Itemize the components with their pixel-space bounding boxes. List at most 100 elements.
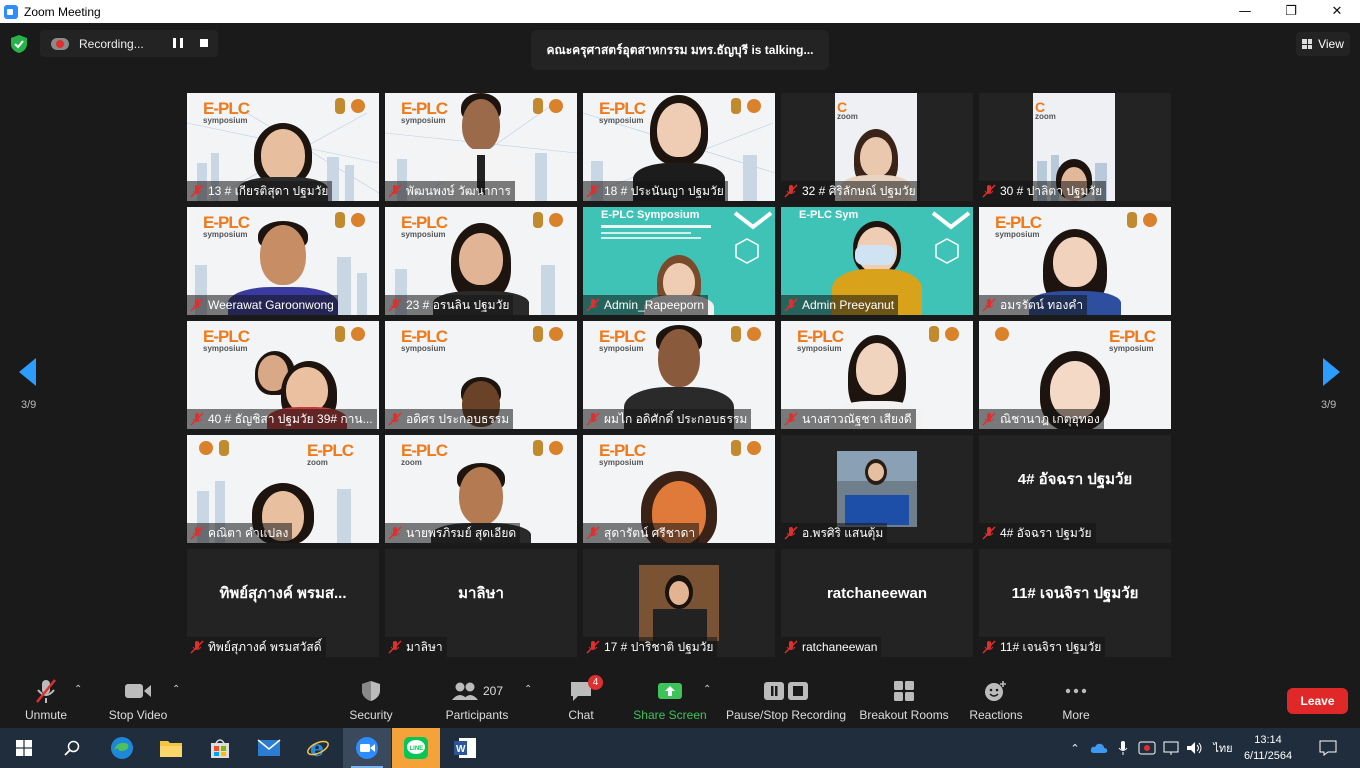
- participant-tile[interactable]: E-PLC symposium 23 # อรนลิน ปฐมวัย: [385, 207, 577, 315]
- onedrive-cloud-icon[interactable]: [1088, 728, 1110, 768]
- pause-recording-icon[interactable]: [173, 38, 183, 48]
- store-bag-icon: [211, 739, 229, 758]
- previous-page-arrow-icon[interactable]: [19, 358, 37, 386]
- participant-name-label: อมรรัตน์ ทองคำ: [979, 295, 1088, 315]
- muted-mic-icon: [388, 184, 402, 198]
- internet-explorer-taskbar-app[interactable]: e: [294, 728, 342, 768]
- active-speaker-banner: คณะครุศาสตร์อุตสาหกรรม มทร.ธัญบุรี is ta…: [531, 30, 829, 70]
- word-taskbar-app[interactable]: W: [441, 728, 489, 768]
- pause-stop-recording-button[interactable]: Pause/Stop Recording: [726, 676, 846, 728]
- video-options-chevron-icon[interactable]: ⌃: [172, 684, 180, 695]
- volume-tray-icon[interactable]: [1184, 728, 1206, 768]
- participant-tile[interactable]: ทิพย์สุภางค์ พรมส... ทิพย์สุภางค์ พรมสวั…: [187, 549, 379, 657]
- unmute-button[interactable]: Unmute: [20, 676, 72, 728]
- view-button[interactable]: View: [1296, 32, 1350, 56]
- stop-recording-icon[interactable]: [200, 39, 208, 47]
- leave-button[interactable]: Leave: [1287, 688, 1348, 714]
- participant-tile[interactable]: E-PLC symposium นางสาวณัฐชา เสียงดี: [781, 321, 973, 429]
- participant-tile[interactable]: Czoom 32 # ศิริลักษณ์ ปฐมวัย: [781, 93, 973, 201]
- share-options-chevron-icon[interactable]: ⌃: [703, 684, 711, 695]
- show-hidden-icons-chevron-icon[interactable]: ⌃: [1066, 728, 1084, 768]
- windows-taskbar: e LINE W ⌃ ไทย 13:14 6/11/2564: [0, 728, 1360, 768]
- participant-name-label: นายพรภิรมย์ สุดเอียด: [385, 523, 521, 543]
- participant-tile[interactable]: E-PLC symposium 40 # ธัญชิสา ปฐมวัย 39# ก…: [187, 321, 379, 429]
- microphone-tray-icon[interactable]: [1114, 728, 1132, 768]
- zoom-taskbar-app[interactable]: [343, 728, 391, 768]
- network-tray-icon[interactable]: [1160, 728, 1182, 768]
- participant-name-label: Admin_Rapeeporn: [583, 295, 709, 315]
- participant-tile[interactable]: E-PLC symposium 13 # เกียรติสุดา ปฐมวัย: [187, 93, 379, 201]
- participant-name-label: ผมไก อดิศักดิ์ ประกอบธรรม: [583, 409, 752, 429]
- next-page-arrow-icon[interactable]: [1322, 358, 1340, 386]
- file-explorer-taskbar-app[interactable]: [147, 728, 195, 768]
- clock-date: 6/11/2564: [1243, 750, 1293, 762]
- page-indicator-left: 3/9: [21, 399, 37, 411]
- audio-options-chevron-icon[interactable]: ⌃: [74, 684, 82, 695]
- mail-envelope-icon: [257, 739, 281, 756]
- stop-video-button[interactable]: Stop Video: [106, 676, 170, 728]
- participant-tile[interactable]: E-PLC symposium สุดารัตน์ ศรีชาดา: [583, 435, 775, 543]
- start-button[interactable]: [0, 728, 48, 768]
- participants-options-chevron-icon[interactable]: ⌃: [524, 684, 532, 695]
- participant-tile[interactable]: E-PLC Symposium Admin_Rapeeporn: [583, 207, 775, 315]
- participant-name-label: Weerawat Garoonwong: [187, 295, 338, 315]
- breakout-rooms-icon: [894, 681, 914, 701]
- participant-tile[interactable]: E-PLC zoom นายพรภิรมย์ สุดเอียด: [385, 435, 577, 543]
- record-tray-icon[interactable]: [1136, 728, 1158, 768]
- participant-tile[interactable]: 11# เจนจิรา ปฐมวัย 11# เจนจิรา ปฐมวัย: [979, 549, 1171, 657]
- participant-display-name: มาลิษา: [458, 585, 504, 602]
- window-controls: — ❐ ✕: [1222, 0, 1360, 23]
- svg-text:W: W: [456, 744, 466, 755]
- meeting-toolbar: Unmute ⌃ Stop Video ⌃ Security 207 Parti…: [0, 675, 1360, 728]
- participant-tile[interactable]: อ.พรศิริ แสนตุ้ม: [781, 435, 973, 543]
- folder-icon: [160, 741, 182, 757]
- participant-tile[interactable]: E-PLC symposium อมรรัตน์ ทองคำ: [979, 207, 1171, 315]
- shield-icon[interactable]: [11, 35, 27, 53]
- muted-mic-icon: [190, 640, 204, 654]
- participant-tile[interactable]: 17 # ปาริชาติ ปฐมวัย: [583, 549, 775, 657]
- participant-name-label: สุดารัตน์ ศรีชาดา: [583, 523, 700, 543]
- taskbar-clock[interactable]: 13:14 6/11/2564: [1240, 732, 1296, 764]
- recording-controls-icon: [764, 682, 808, 700]
- muted-mic-icon: [190, 526, 204, 540]
- participant-tile[interactable]: E-PLC symposium Weerawat Garoonwong: [187, 207, 379, 315]
- close-button[interactable]: ✕: [1314, 0, 1360, 23]
- participant-name-label: นางสาวณัฐชา เสียงดี: [781, 409, 916, 429]
- search-taskbar-button[interactable]: [48, 728, 96, 768]
- participants-button[interactable]: 207 Participants: [442, 676, 512, 728]
- share-screen-button[interactable]: Share Screen: [632, 676, 708, 728]
- participant-tile[interactable]: Czoom 30 # ปาลิตา ปฐมวัย: [979, 93, 1171, 201]
- mail-taskbar-app[interactable]: [245, 728, 293, 768]
- breakout-rooms-button[interactable]: Breakout Rooms: [858, 676, 950, 728]
- svg-text:e: e: [310, 736, 324, 760]
- muted-mic-icon: [982, 412, 996, 426]
- participant-tile[interactable]: E-PLC symposium อดิศร ประกอบธรรม: [385, 321, 577, 429]
- participant-tile[interactable]: E-PLC symposium ณิชานาฎ เกตุอุทอง: [979, 321, 1171, 429]
- line-taskbar-app[interactable]: LINE: [392, 728, 440, 768]
- store-taskbar-app[interactable]: [196, 728, 244, 768]
- participant-name-label: พัฒนพงษ์ วัฒนาการ: [385, 181, 515, 201]
- participant-tile[interactable]: E-PLC zoom คณิตา คำแปลง: [187, 435, 379, 543]
- participant-tile[interactable]: มาลิษา มาลิษา: [385, 549, 577, 657]
- input-language-indicator[interactable]: ไทย: [1210, 728, 1236, 768]
- participant-tile[interactable]: E-PLC symposium พัฒนพงษ์ วัฒนาการ: [385, 93, 577, 201]
- chat-button[interactable]: 4 Chat: [560, 675, 603, 728]
- maximize-button[interactable]: ❐: [1268, 0, 1314, 23]
- participant-tile[interactable]: ratchaneewan ratchaneewan: [781, 549, 973, 657]
- participant-tile[interactable]: E-PLC Sym Admin Preeyanut: [781, 207, 973, 315]
- participant-name-label: ratchaneewan: [781, 637, 882, 657]
- more-button[interactable]: More: [1056, 676, 1096, 728]
- participant-display-name: 4# อัจฉรา ปฐมวัย: [1017, 471, 1133, 488]
- security-button[interactable]: Security: [346, 676, 396, 728]
- edge-taskbar-app[interactable]: [98, 728, 146, 768]
- window-title: Zoom Meeting: [24, 4, 101, 19]
- participant-name-label: 17 # ปาริชาติ ปฐมวัย: [583, 637, 718, 657]
- muted-mic-icon: [784, 184, 798, 198]
- reactions-button[interactable]: Reactions: [966, 676, 1026, 728]
- participant-tile[interactable]: E-PLC symposium ผมไก อดิศักดิ์ ประกอบธรรม: [583, 321, 775, 429]
- participant-tile[interactable]: 4# อัจฉรา ปฐมวัย 4# อัจฉรา ปฐมวัย: [979, 435, 1171, 543]
- minimize-button[interactable]: —: [1222, 0, 1268, 23]
- participant-tile[interactable]: E-PLC symposium 18 # ประนันญา ปฐมวัย: [583, 93, 775, 201]
- notifications-icon[interactable]: [1312, 728, 1344, 768]
- cloud-record-icon: [51, 37, 69, 50]
